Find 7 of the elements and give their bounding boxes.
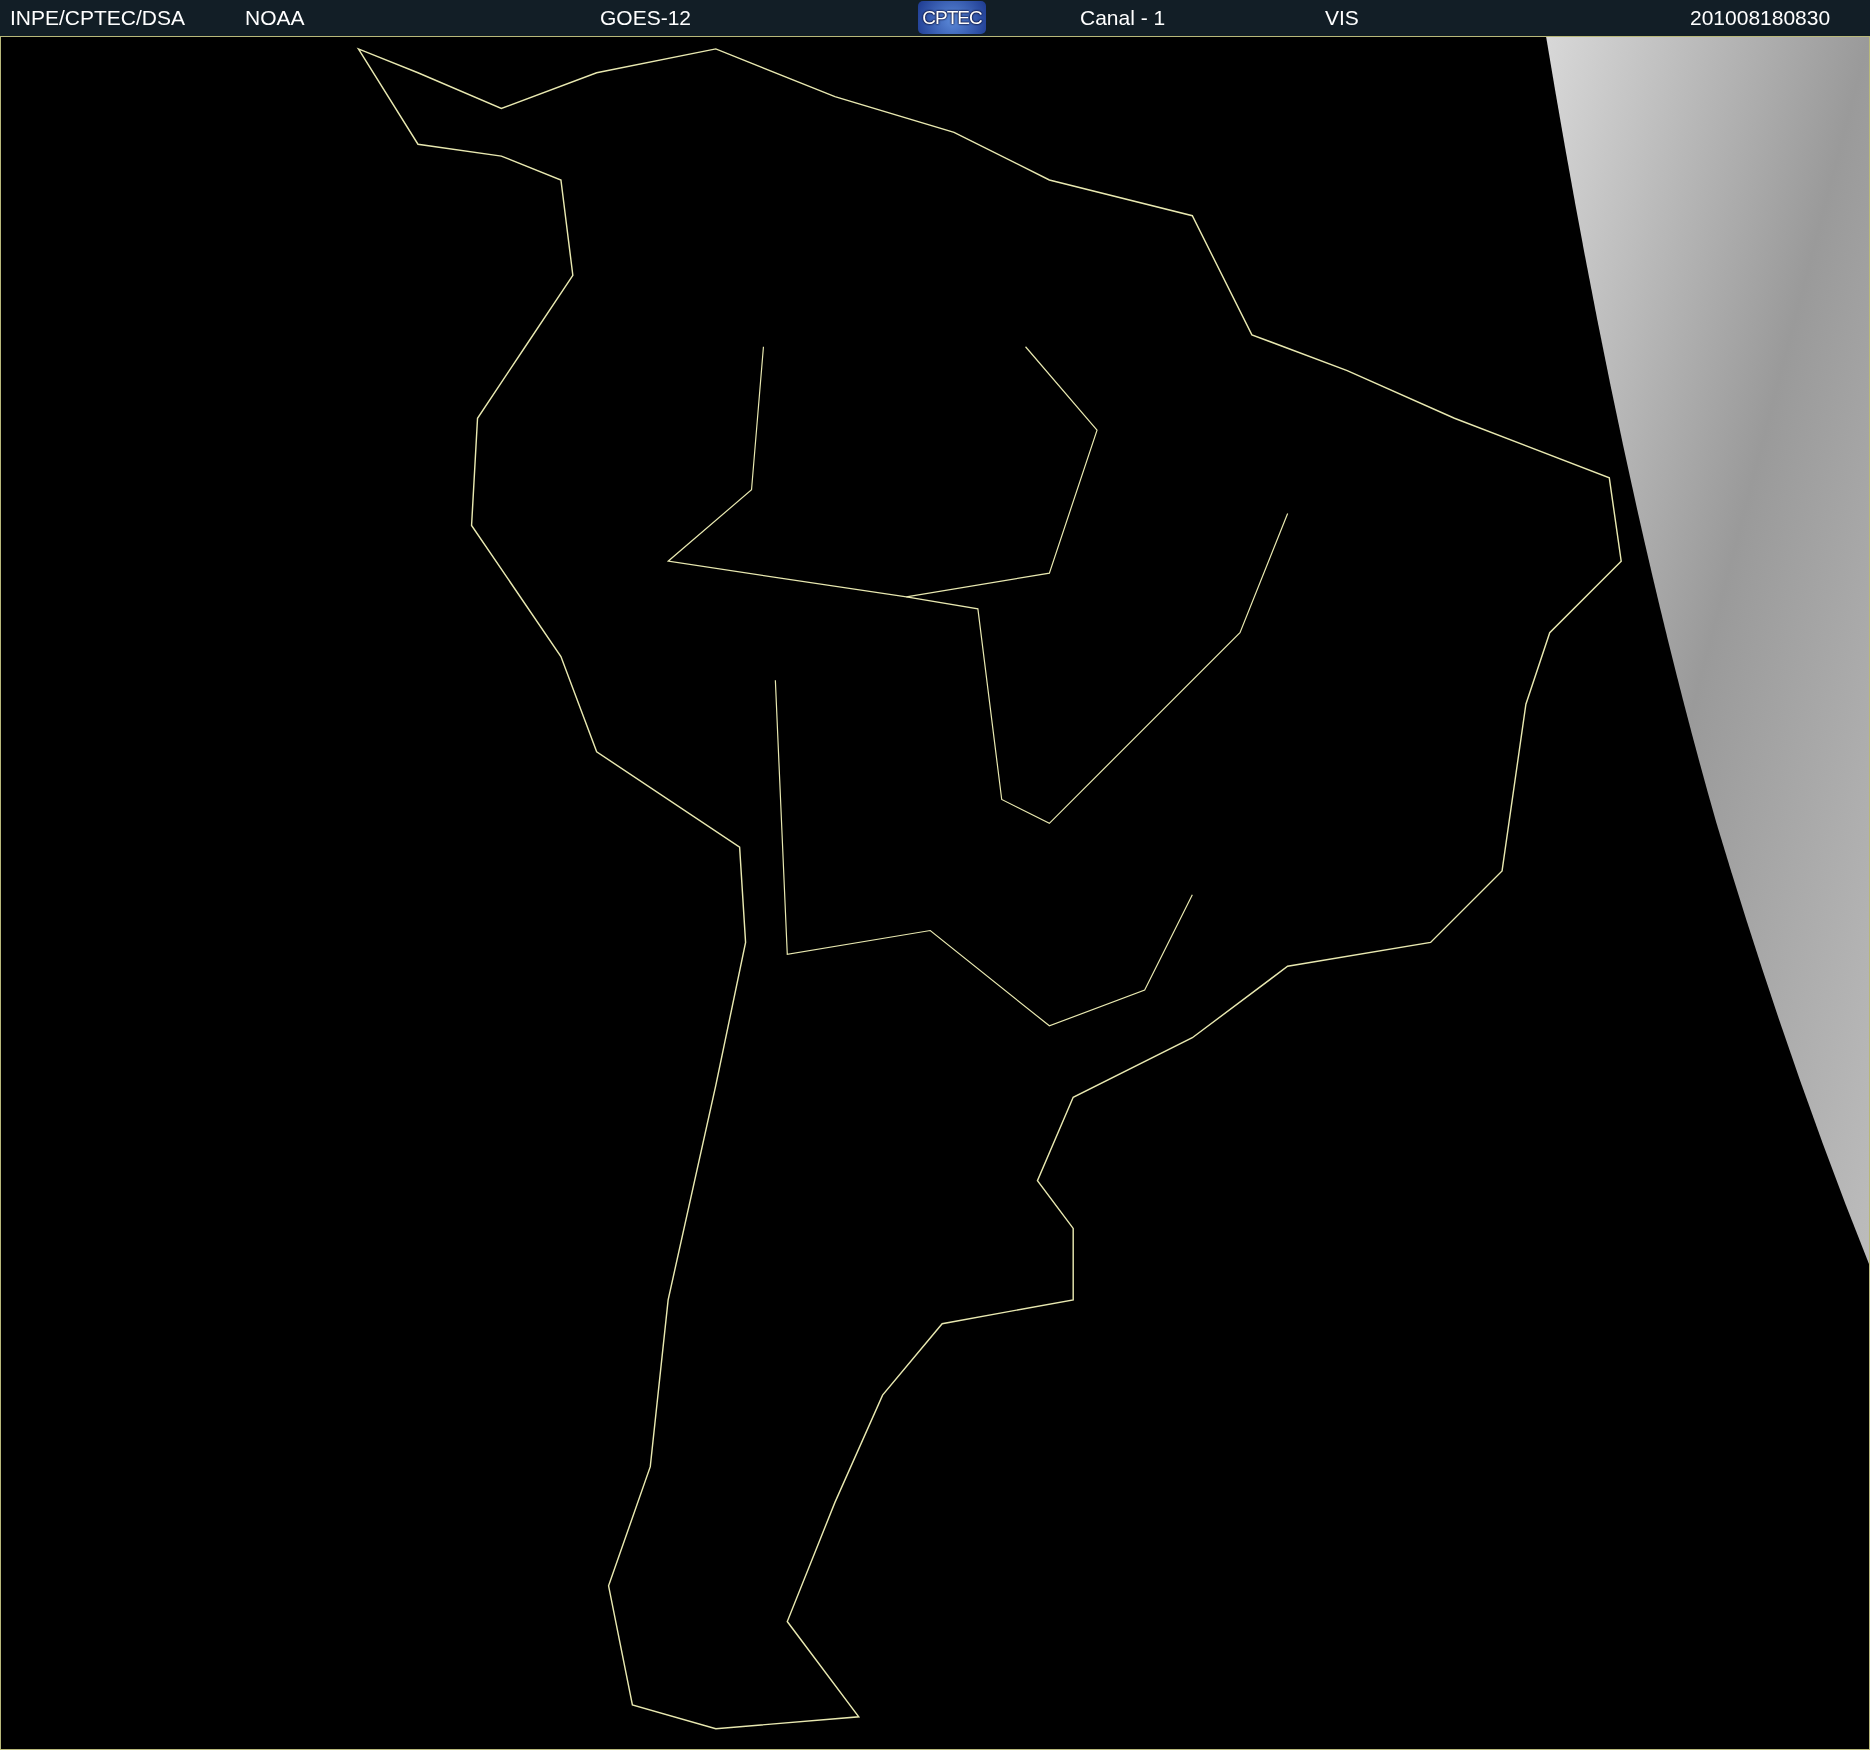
header-label: Canal - 1 (1080, 7, 1166, 29)
logo: CPTEC (918, 1, 986, 34)
header-label: 201008180830 (1690, 7, 1831, 29)
header-label: GOES-12 (600, 7, 692, 29)
header-label: INPE/CPTEC/DSA (10, 7, 186, 29)
header-label: NOAA (245, 7, 305, 29)
header-label: VIS (1325, 7, 1359, 29)
